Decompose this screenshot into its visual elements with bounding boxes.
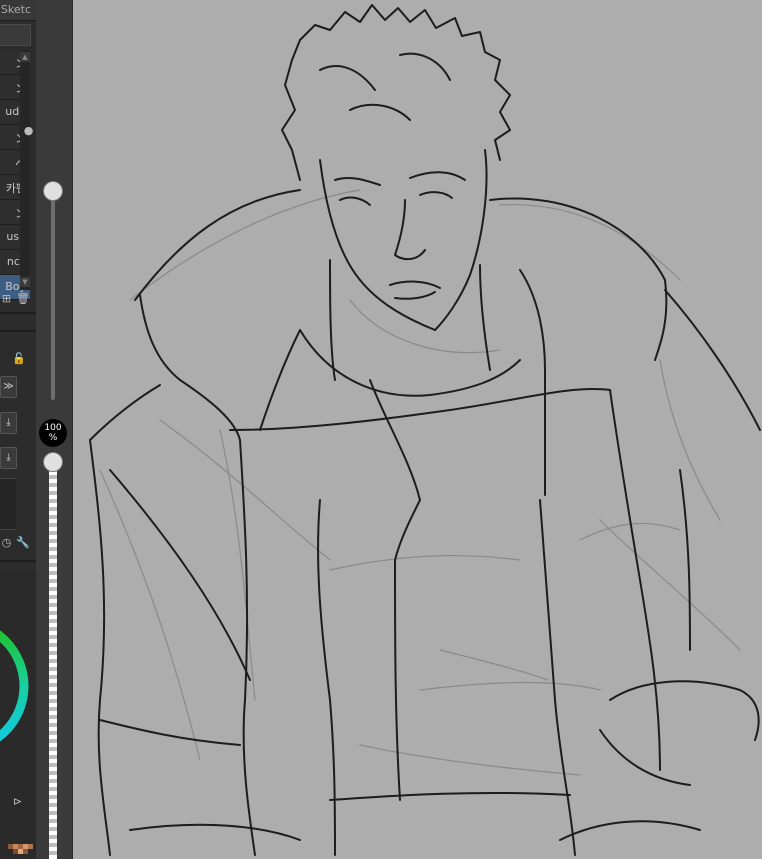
brush-list-scrollbar[interactable] (20, 50, 30, 290)
percent-value: 100 (44, 423, 62, 433)
scroll-down-icon[interactable]: ▼ (20, 277, 30, 287)
trash-icon[interactable]: 🗑 (16, 292, 30, 306)
panel-divider (0, 330, 36, 332)
play-icon[interactable]: ⊳ (11, 795, 24, 809)
construction-lines (99, 189, 741, 776)
color-palette[interactable] (0, 840, 36, 859)
clock-icon[interactable]: ◷ (0, 536, 13, 550)
percent-unit: % (48, 433, 58, 443)
add-brush-icon[interactable]: ⊞ (0, 292, 13, 306)
sub-tool-tab[interactable]: Sketc (0, 0, 36, 21)
opacity-slider-track[interactable] (51, 190, 55, 400)
wrench-icon[interactable]: 🔧 (16, 536, 30, 550)
brush-size-percent: 100 % (39, 419, 67, 447)
opacity-slider-knob[interactable] (43, 181, 63, 201)
drawing-canvas[interactable] (73, 0, 762, 859)
brush-preview (0, 478, 16, 530)
scroll-up-icon[interactable]: ▲ (20, 52, 30, 62)
sub-tool-panel: Sketc ン ン ude ン ベ 카펜 ン ush ncil Boy ▲ ▼ … (0, 0, 36, 859)
sub-tool-tab-label: Sketc (0, 3, 31, 16)
panel-divider (0, 312, 36, 314)
download-icon[interactable]: ⤓ (0, 447, 17, 469)
scroll-thumb-icon[interactable]: ● (22, 124, 35, 138)
search-box[interactable] (0, 24, 31, 46)
size-slider-track[interactable] (49, 470, 57, 859)
lock-icon[interactable]: 🔓 (12, 352, 26, 366)
color-wheel-panel: ⊳ (0, 570, 36, 840)
sketch-drawing (89, 4, 761, 856)
main-strokes (89, 4, 761, 856)
panel-divider (0, 560, 36, 562)
size-slider-knob[interactable] (43, 452, 63, 472)
brush-size-slider-panel: 100 % (36, 0, 73, 859)
download-icon[interactable]: ⤓ (0, 412, 17, 434)
expand-settings-icon[interactable]: ≫ (0, 376, 17, 398)
